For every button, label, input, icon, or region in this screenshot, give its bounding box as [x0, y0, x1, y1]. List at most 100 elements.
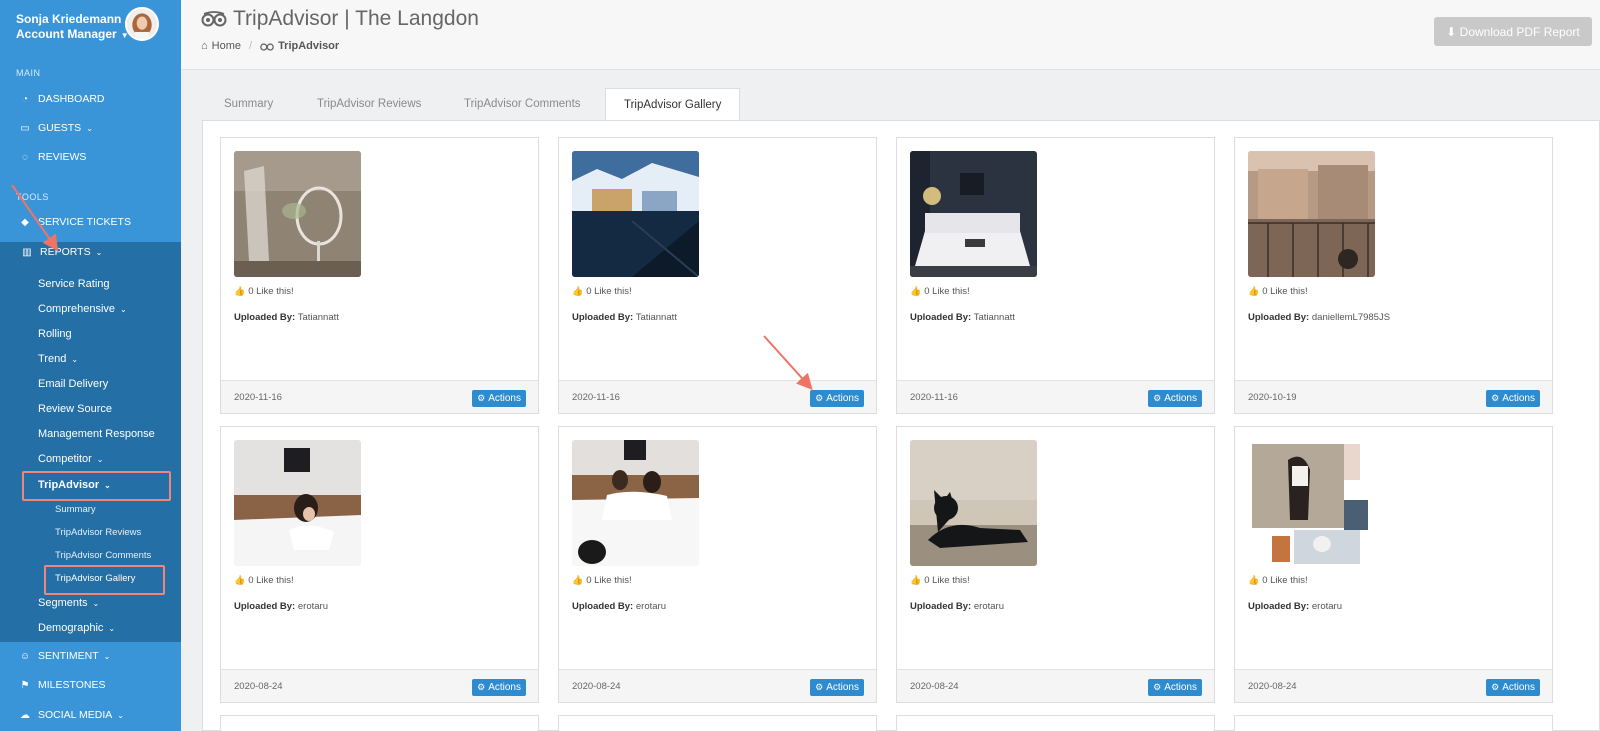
gear-icon: ⚙	[477, 393, 486, 403]
tab-tripadvisor-comments[interactable]: TripAdvisor Comments	[464, 88, 581, 120]
chevron-down-icon: ⌄	[95, 247, 103, 257]
gallery-photo[interactable]	[572, 151, 699, 277]
actions-button[interactable]: ⚙ Actions	[1486, 679, 1540, 696]
uploaded-by: Uploaded By: Tatiannatt	[572, 312, 677, 323]
thumbs-up-icon[interactable]: 👍	[234, 575, 245, 586]
gallery-card: 👍 0 Like this! Uploaded By: Tatiannatt 20…	[558, 137, 877, 414]
likes-count: 👍 0 Like this!	[234, 575, 294, 586]
likes-count: 👍 0 Like this!	[572, 286, 632, 297]
actions-button[interactable]: ⚙ Actions	[1148, 679, 1202, 696]
likes-count: 👍 0 Like this!	[234, 286, 294, 297]
card-date: 2020-11-16	[572, 392, 620, 403]
gear-icon: ⚙	[1491, 682, 1500, 692]
breadcrumb-separator: /	[249, 40, 253, 52]
comments-icon: ◌	[22, 151, 28, 163]
main-content: Summary TripAdvisor Reviews TripAdvisor …	[202, 88, 1600, 731]
sub-competitor[interactable]: Competitor ⌄	[38, 453, 104, 465]
nav-milestones[interactable]: ⚑ MILESTONES	[0, 671, 181, 699]
thumbs-up-icon[interactable]: 👍	[1248, 286, 1259, 297]
sub-email-delivery[interactable]: Email Delivery	[38, 378, 108, 390]
flag-icon: ⚑	[20, 679, 30, 691]
uploaded-by: Uploaded By: Tatiannatt	[910, 312, 1015, 323]
thumbs-up-icon[interactable]: 👍	[910, 575, 921, 586]
breadcrumb-home[interactable]: Home	[212, 40, 241, 52]
actions-button[interactable]: ⚙ Actions	[810, 679, 864, 696]
nav-sentiment[interactable]: ☺ SENTIMENT ⌄	[0, 642, 181, 670]
likes-count: 👍 0 Like this!	[1248, 286, 1308, 297]
actions-button[interactable]: ⚙ Actions	[472, 390, 526, 407]
actions-button[interactable]: ⚙ Actions	[1148, 390, 1202, 407]
sub-trend[interactable]: Trend ⌄	[38, 353, 78, 365]
uploaded-by: Uploaded By: Tatiannatt	[234, 312, 339, 323]
nav-dashboard[interactable]: ◔ DASHBOARD	[0, 85, 181, 113]
tab-summary[interactable]: Summary	[224, 88, 273, 120]
card-footer: 2020-11-16 ⚙ Actions	[221, 380, 538, 413]
uploaded-by: Uploaded By: erotaru	[1248, 601, 1342, 612]
subsub-tripadvisor-comments[interactable]: TripAdvisor Comments	[55, 550, 151, 561]
gallery-photo[interactable]	[572, 440, 699, 566]
actions-button[interactable]: ⚙ Actions	[472, 679, 526, 696]
sub-service-rating[interactable]: Service Rating	[38, 278, 110, 290]
sub-comprehensive[interactable]: Comprehensive ⌄	[38, 303, 127, 315]
bed-icon: ▭	[20, 122, 30, 134]
cloud-icon: ☁	[20, 709, 30, 721]
gallery-photo[interactable]	[910, 151, 1037, 277]
download-pdf-button[interactable]: ⬇ Download PDF Report	[1434, 17, 1592, 46]
card-date: 2020-08-24	[234, 681, 283, 692]
reports-submenu: ▥ REPORTS ⌄ Service Rating Comprehensive ⌄ …	[0, 242, 181, 642]
smile-icon: ☺	[19, 650, 31, 662]
dashboard-icon: ◔	[21, 93, 29, 105]
nav-service-tickets[interactable]: ◆ SERVICE TICKETS	[0, 208, 181, 236]
uploaded-by: Uploaded By: erotaru	[910, 601, 1004, 612]
sub-segments[interactable]: Segments ⌄	[38, 597, 99, 609]
tags-icon: ◆	[21, 216, 29, 228]
subsub-tripadvisor-reviews[interactable]: TripAdvisor Reviews	[55, 527, 141, 538]
card-date: 2020-08-24	[572, 681, 621, 692]
thumbs-up-icon[interactable]: 👍	[910, 286, 921, 297]
bar-chart-icon: ▥	[22, 246, 32, 258]
thumbs-up-icon[interactable]: 👍	[572, 575, 583, 586]
sub-management-response[interactable]: Management Response	[38, 428, 155, 440]
gallery-photo[interactable]	[910, 440, 1037, 566]
gallery-card	[896, 715, 1215, 731]
likes-count: 👍 0 Like this!	[910, 575, 970, 586]
gallery-card: 👍 0 Like this! Uploaded By: erotaru 2020-…	[896, 426, 1215, 703]
gear-icon: ⚙	[815, 682, 824, 692]
sub-review-source[interactable]: Review Source	[38, 403, 112, 415]
tab-tripadvisor-gallery[interactable]: TripAdvisor Gallery	[605, 88, 741, 121]
user-box[interactable]: Sonja Kriedemann Account Manager ▼	[0, 0, 181, 52]
gallery-card: 👍 0 Like this! Uploaded By: erotaru 2020-…	[1234, 426, 1553, 703]
card-footer: 2020-11-16 ⚙ Actions	[559, 380, 876, 413]
nav-reports[interactable]: ▥ REPORTS ⌄	[0, 238, 181, 266]
actions-button[interactable]: ⚙ Actions	[1486, 390, 1540, 407]
gallery-card: 👍 0 Like this! Uploaded By: erotaru 2020-…	[558, 426, 877, 703]
gallery-photo[interactable]	[1248, 151, 1375, 277]
card-footer: 2020-08-24 ⚙ Actions	[559, 669, 876, 702]
thumbs-up-icon[interactable]: 👍	[1248, 575, 1259, 586]
nav-guests[interactable]: ▭ GUESTS ⌄	[0, 114, 181, 142]
likes-count: 👍 0 Like this!	[572, 575, 632, 586]
tab-tripadvisor-reviews[interactable]: TripAdvisor Reviews	[317, 88, 421, 120]
actions-button[interactable]: ⚙ Actions	[810, 390, 864, 407]
breadcrumb: ⌂ Home / TripAdvisor	[201, 40, 339, 52]
gallery-photo[interactable]	[234, 440, 361, 566]
gallery-card	[558, 715, 877, 731]
user-role-dropdown[interactable]: Account Manager ▼	[16, 27, 129, 41]
nav-social-media[interactable]: ☁ SOCIAL MEDIA ⌄	[0, 701, 181, 729]
gallery-photo[interactable]	[234, 151, 361, 277]
chevron-down-icon: ⌄	[108, 624, 116, 633]
sub-demographic[interactable]: Demographic ⌄	[38, 622, 115, 634]
nav-reviews[interactable]: ◌ REVIEWS	[0, 143, 181, 171]
sub-rolling[interactable]: Rolling	[38, 328, 72, 340]
subsub-summary[interactable]: Summary	[55, 504, 96, 515]
tripadvisor-owl-icon	[201, 11, 227, 27]
avatar[interactable]	[125, 7, 159, 41]
highlight-tripadvisor	[22, 471, 171, 501]
chevron-down-icon: ⌄	[103, 651, 111, 661]
thumbs-up-icon[interactable]: 👍	[572, 286, 583, 297]
gear-icon: ⚙	[1153, 682, 1162, 692]
gallery-photo[interactable]	[1248, 440, 1375, 566]
card-footer: 2020-11-16 ⚙ Actions	[897, 380, 1214, 413]
thumbs-up-icon[interactable]: 👍	[234, 286, 245, 297]
chevron-down-icon: ⌄	[117, 710, 124, 720]
